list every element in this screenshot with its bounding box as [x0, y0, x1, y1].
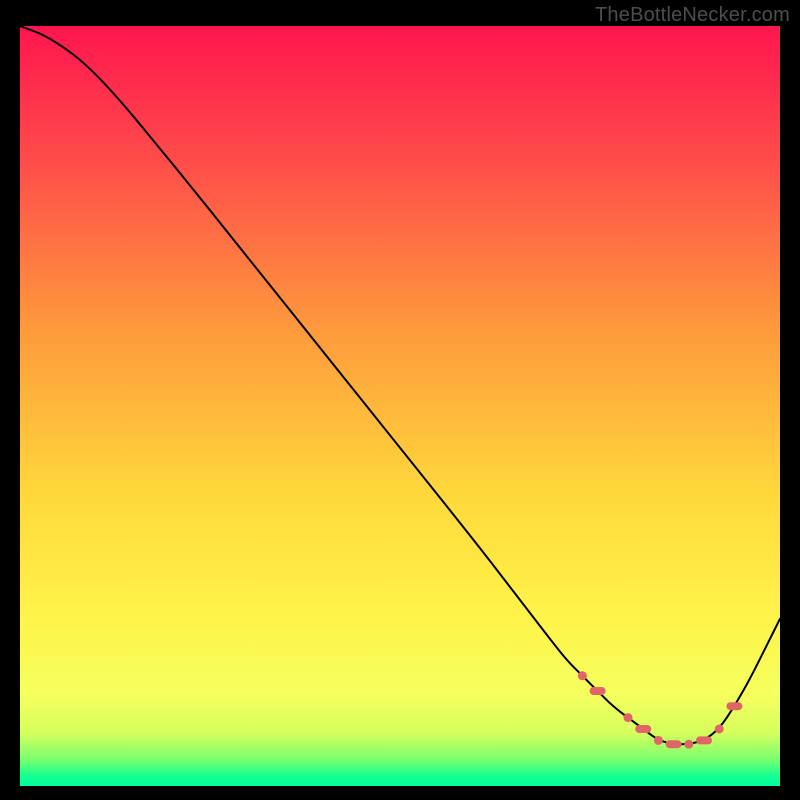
marker-dot: [578, 671, 587, 680]
plot-area: [20, 26, 780, 786]
chart-container: TheBottleNecker.com: [0, 0, 800, 800]
marker-dash: [635, 725, 651, 733]
marker-dot: [684, 740, 693, 749]
marker-dot: [715, 725, 724, 734]
marker-dot: [654, 736, 663, 745]
gradient-background: [20, 26, 780, 786]
chart-svg: [20, 26, 780, 786]
marker-dot: [624, 713, 633, 722]
marker-dash: [696, 736, 712, 744]
marker-dash: [590, 687, 606, 695]
marker-dash: [666, 740, 682, 748]
marker-dash: [726, 702, 742, 710]
watermark-text: TheBottleNecker.com: [595, 4, 790, 27]
